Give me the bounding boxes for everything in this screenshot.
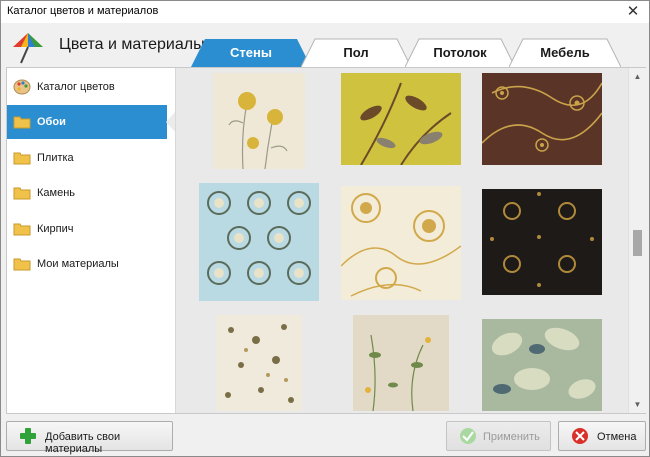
add-materials-label: Добавить свои материалы [45, 431, 121, 455]
check-icon [460, 428, 476, 444]
tab-ceiling[interactable]: Потолок [405, 38, 515, 68]
tab-walls-label: Стены [230, 45, 272, 60]
swatch-tile[interactable] [213, 73, 305, 169]
sidebar-item-color-catalog[interactable]: Каталог цветов [7, 70, 175, 104]
tab-walls[interactable]: Стены [191, 38, 311, 67]
palette-icon [13, 79, 31, 95]
wallpaper-swatch [213, 73, 305, 169]
tab-furniture-label: Мебель [540, 45, 590, 60]
tab-floor-label: Пол [343, 45, 369, 60]
sidebar-item-brick[interactable]: Кирпич [7, 212, 175, 246]
cancel-icon [572, 428, 588, 444]
swatch-grid [176, 68, 628, 413]
sidebar-item-label: Мои материалы [37, 258, 119, 270]
add-materials-button[interactable]: Добавить свои материалы [6, 421, 173, 455]
swatch-tile[interactable] [216, 315, 302, 411]
folder-icon [13, 223, 31, 236]
wallpaper-swatch [199, 183, 319, 301]
folder-icon [13, 152, 31, 165]
wallpaper-swatch [216, 315, 302, 411]
apply-button[interactable]: Применить [446, 421, 551, 451]
tab-ceiling-label: Потолок [433, 45, 487, 60]
swatch-tile[interactable] [199, 183, 319, 301]
folder-icon [13, 116, 31, 129]
swatch-tile[interactable] [482, 189, 602, 295]
sidebar: Каталог цветов Обои Плитка Камень Кирпич… [7, 68, 176, 413]
tab-bar: Стены Пол Потолок Мебель [1, 1, 650, 71]
sidebar-item-label: Кирпич [37, 223, 74, 235]
scroll-up-icon[interactable]: ▲ [629, 68, 646, 85]
sidebar-item-label: Каталог цветов [37, 81, 115, 93]
selection-arrow [166, 112, 175, 132]
wallpaper-swatch [482, 319, 602, 411]
wallpaper-swatch [482, 73, 602, 165]
sidebar-item-wallpaper[interactable]: Обои [7, 105, 175, 139]
plus-icon [20, 428, 36, 444]
sidebar-item-label: Камень [37, 187, 76, 199]
folder-icon [13, 258, 31, 271]
scroll-thumb[interactable] [633, 230, 642, 256]
wallpaper-swatch [353, 315, 449, 411]
sidebar-item-tile[interactable]: Плитка [7, 141, 175, 175]
cancel-button[interactable]: Отмена [558, 421, 646, 451]
tab-floor[interactable]: Пол [301, 38, 411, 68]
apply-label: Применить [483, 431, 540, 443]
tab-furniture[interactable]: Мебель [509, 38, 621, 68]
cancel-label: Отмена [597, 431, 637, 443]
sidebar-item-label: Плитка [37, 152, 74, 164]
sidebar-item-label: Обои [37, 116, 66, 128]
wallpaper-swatch [482, 189, 602, 295]
swatch-tile[interactable] [341, 186, 461, 300]
folder-icon [13, 187, 31, 200]
swatch-tile[interactable] [482, 319, 602, 411]
wallpaper-swatch [341, 186, 461, 300]
swatch-tile[interactable] [482, 73, 602, 165]
wallpaper-swatch [341, 73, 461, 165]
scroll-down-icon[interactable]: ▼ [629, 396, 646, 413]
vertical-scrollbar[interactable]: ▲ ▼ [628, 68, 646, 413]
sidebar-item-stone[interactable]: Камень [7, 176, 175, 210]
sidebar-item-my-materials[interactable]: Мои материалы [7, 247, 175, 281]
swatch-tile[interactable] [341, 73, 461, 165]
swatch-tile[interactable] [353, 315, 449, 411]
dialog-window: Каталог цветов и материалов ✕ Цвета и ма… [0, 0, 650, 457]
